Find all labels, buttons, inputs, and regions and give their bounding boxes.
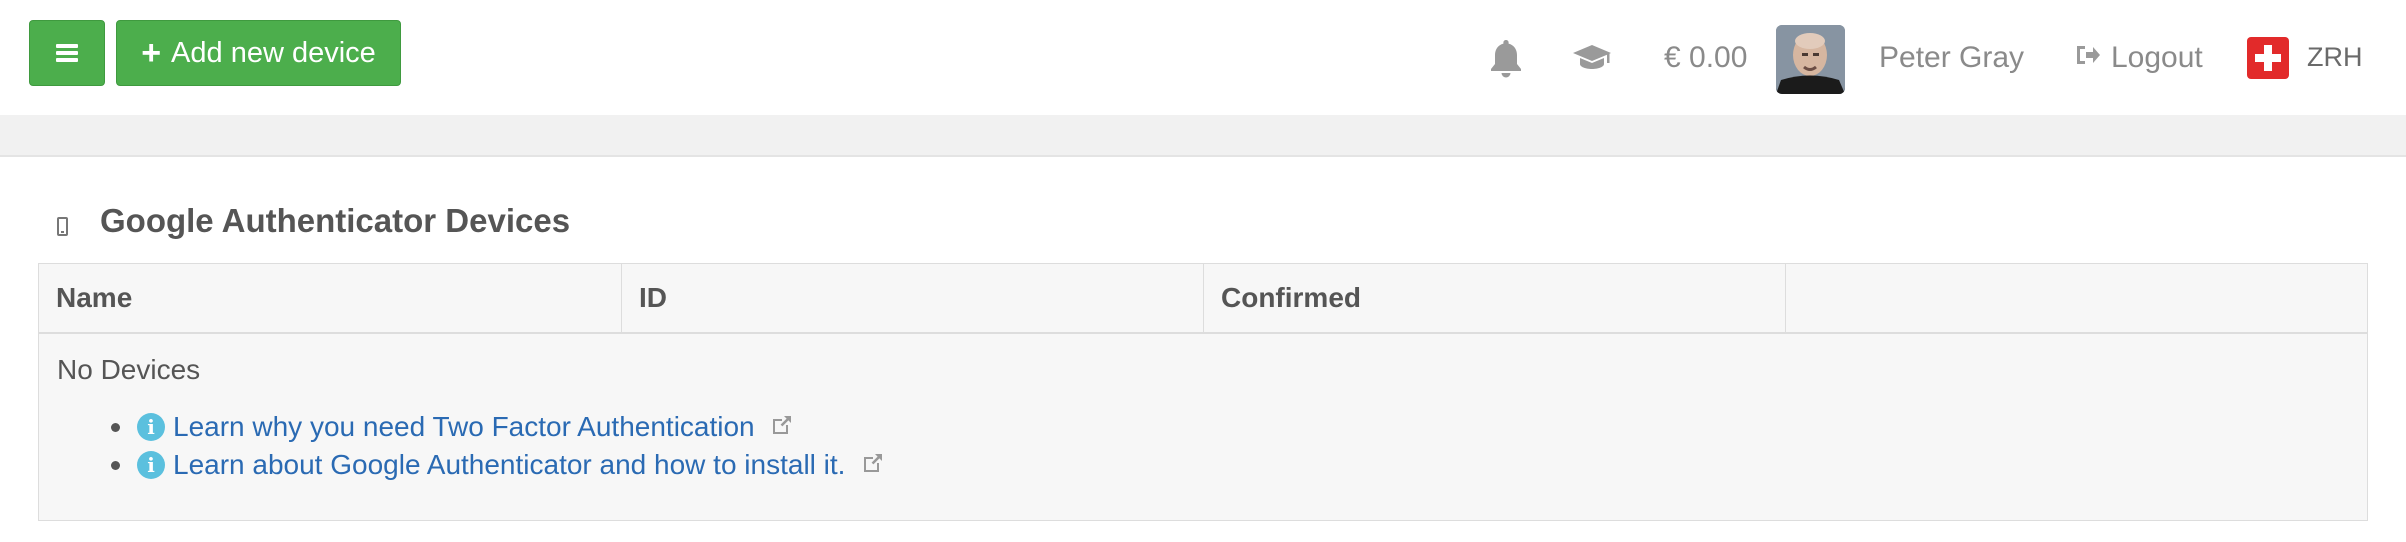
user-name[interactable]: Peter Gray bbox=[1879, 0, 2024, 115]
academy-button[interactable] bbox=[1572, 0, 1612, 115]
switzerland-flag-icon[interactable] bbox=[2247, 37, 2289, 79]
account-balance[interactable]: € 0.00 bbox=[1664, 0, 1747, 115]
column-header-name[interactable]: Name bbox=[39, 264, 622, 332]
devices-table: Name ID Confirmed No Devices i Learn why… bbox=[38, 263, 2368, 521]
hamburger-icon bbox=[56, 44, 78, 62]
logout-icon bbox=[2075, 41, 2101, 75]
column-header-confirmed[interactable]: Confirmed bbox=[1204, 264, 1786, 332]
bullet bbox=[111, 460, 120, 470]
external-link-icon bbox=[770, 412, 792, 434]
plus-icon: + bbox=[141, 34, 162, 72]
info-icon: i bbox=[137, 413, 165, 441]
column-header-id[interactable]: ID bbox=[622, 264, 1204, 332]
bullet bbox=[111, 422, 120, 432]
mobile-phone-icon bbox=[57, 217, 68, 236]
table-header: Name ID Confirmed bbox=[39, 264, 2367, 334]
region-code[interactable]: ZRH bbox=[2307, 0, 2363, 115]
notifications-button[interactable] bbox=[1488, 0, 1524, 115]
graduation-cap-icon bbox=[1573, 44, 1611, 69]
panel-title: Google Authenticator Devices bbox=[100, 202, 571, 239]
empty-state-message: No Devices bbox=[57, 354, 201, 385]
devices-panel: Google Authenticator Devices Name ID Con… bbox=[0, 155, 2406, 542]
menu-toggle-button[interactable] bbox=[29, 20, 105, 86]
link-google-authenticator[interactable]: Learn about Google Authenticator and how… bbox=[173, 449, 883, 481]
link-label: Learn why you need Two Factor Authentica… bbox=[173, 411, 755, 442]
link-two-factor-auth[interactable]: Learn why you need Two Factor Authentica… bbox=[173, 411, 792, 443]
top-navbar: + Add new device € 0.00 Peter Gray Logou… bbox=[0, 0, 2406, 115]
add-new-device-button[interactable]: + Add new device bbox=[116, 20, 401, 86]
info-icon: i bbox=[137, 451, 165, 479]
logout-label: Logout bbox=[2111, 40, 2203, 74]
link-label: Learn about Google Authenticator and how… bbox=[173, 449, 846, 480]
logout-button[interactable]: Logout bbox=[2075, 0, 2203, 115]
column-header-actions bbox=[1786, 264, 2369, 332]
user-avatar[interactable] bbox=[1776, 25, 1845, 94]
avatar-image bbox=[1776, 25, 1845, 94]
bell-icon bbox=[1491, 39, 1521, 77]
add-new-device-label: Add new device bbox=[171, 36, 376, 69]
external-link-icon bbox=[861, 450, 883, 472]
